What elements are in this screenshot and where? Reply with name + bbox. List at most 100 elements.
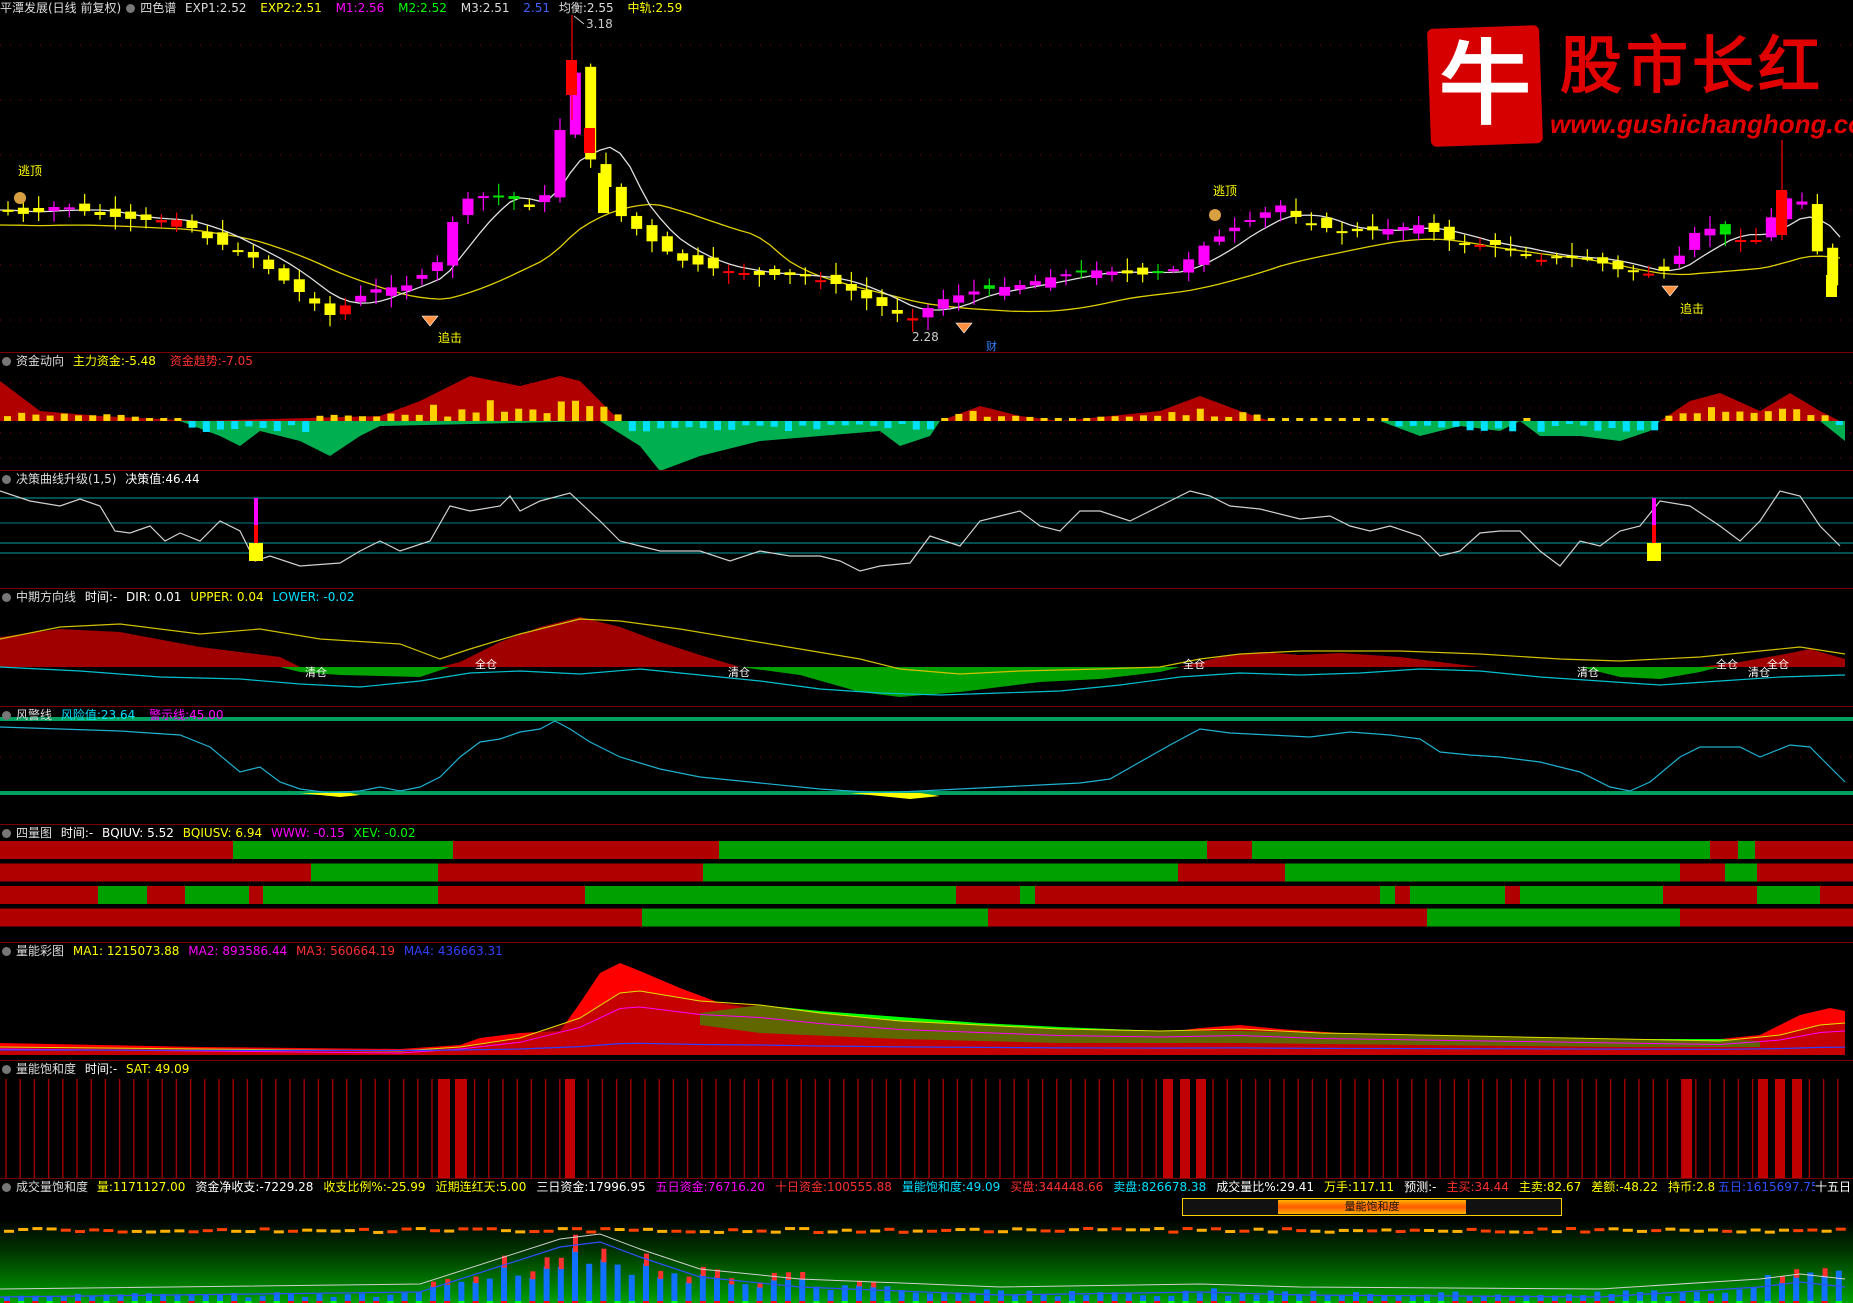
fund-bar: [1168, 412, 1176, 421]
four-bqiusv: BQIUSV: 6.94: [182, 826, 263, 840]
extra-value: 2.51: [523, 1, 551, 15]
four-volume-segment: [0, 841, 233, 859]
fund-bar: [302, 421, 310, 432]
saturation-block: [565, 1079, 575, 1179]
collapse-icon[interactable]: [2, 593, 11, 602]
fund-bar: [60, 413, 68, 421]
fund-bar: [1282, 418, 1289, 421]
collapse-icon[interactable]: [2, 829, 11, 838]
volume-bar-top: [871, 1282, 877, 1288]
candle-body: [539, 195, 551, 203]
candle-body: [109, 208, 121, 217]
collapse-icon[interactable]: [2, 475, 11, 484]
decision-chart[interactable]: [0, 471, 1853, 589]
four-volume-chart[interactable]: [0, 825, 1853, 943]
candle-body: [1673, 255, 1685, 265]
m1-label: M1:: [335, 1, 358, 15]
saturation-block: [1792, 1079, 1802, 1179]
saturation-cap: [1651, 1229, 1662, 1233]
volume-color-chart[interactable]: [0, 943, 1853, 1061]
low-price-label: 2.28: [912, 330, 939, 344]
bottom-stat-label: 三日资金:: [536, 1180, 589, 1194]
saturation-chart[interactable]: [0, 1061, 1853, 1179]
saturation-cap: [1438, 1229, 1449, 1233]
bottom-stat-value: 1171127.00: [112, 1180, 186, 1194]
four-volume-segment: [1820, 886, 1853, 904]
candle-body: [983, 285, 995, 289]
midterm-chart[interactable]: 清仓全仓清仓全仓清仓全仓清仓全仓: [0, 589, 1853, 707]
midterm-lower: LOWER: -0.02: [272, 590, 355, 604]
volume-color-panel[interactable]: 量能彩图 MA1: 1215073.88 MA2: 893586.44 MA3:…: [0, 942, 1853, 1061]
fund-bar: [657, 421, 665, 429]
saturation-cap: [359, 1227, 369, 1231]
fund-bar: [103, 414, 111, 421]
saturation-cap: [1722, 1229, 1733, 1233]
fund-bar: [4, 416, 11, 421]
saturation-cap: [1140, 1228, 1150, 1232]
collapse-icon[interactable]: [2, 1183, 11, 1192]
fund-bar: [1097, 416, 1105, 421]
fund-bar: [245, 421, 253, 427]
saturation-cap: [188, 1230, 199, 1234]
candle-body: [431, 262, 443, 272]
fund-bar: [486, 400, 494, 421]
collapse-icon[interactable]: [2, 711, 11, 720]
four-volume-segment: [438, 886, 585, 904]
stock-name: 平潭发展(日线 前复权): [0, 1, 122, 15]
saturation-block: [1196, 1079, 1206, 1179]
candle-body: [968, 291, 980, 295]
saturation-cap: [1466, 1227, 1477, 1231]
indicator-toggle-icon[interactable]: [126, 4, 136, 13]
volume-bar: [657, 1277, 664, 1303]
saturation-cap: [472, 1227, 483, 1231]
risk-chart[interactable]: [0, 707, 1853, 825]
bottom-stat-label: 五日资金:: [655, 1180, 708, 1194]
saturation-cap: [89, 1228, 100, 1232]
fund-bar: [373, 416, 381, 421]
midterm-signal: 清仓: [305, 665, 327, 679]
bottom-stat-label: 量能饱和度:: [901, 1180, 966, 1194]
bottom-stat-label: 差额:: [1591, 1180, 1620, 1194]
volume-bar-top: [473, 1276, 479, 1284]
bottom-stat-value: 34.44: [1474, 1180, 1509, 1194]
volume-saturation-chart[interactable]: [0, 1179, 1853, 1303]
four-volume-panel[interactable]: 四量图 时间:- BQIUV: 5.52 BQIUSV: 6.94 WWW: -…: [0, 824, 1853, 943]
decision-title: 决策曲线升级(1,5): [16, 472, 117, 486]
collapse-icon[interactable]: [2, 357, 11, 366]
fund-bar: [1622, 421, 1630, 432]
candle-body: [1689, 233, 1701, 250]
volume-bar-top: [530, 1271, 536, 1280]
candle-body: [769, 269, 781, 275]
bottom-stat-value: 100555.88: [827, 1180, 892, 1194]
fund-bar: [1566, 421, 1573, 425]
midterm-panel[interactable]: 中期方向线 时间:- DIR: 0.01 UPPER: 0.04 LOWER: …: [0, 588, 1853, 707]
saturation-cap: [955, 1228, 966, 1232]
decision-panel[interactable]: 决策曲线升级(1,5) 决策值:46.44: [0, 470, 1853, 589]
m2-value: 2.52: [420, 1, 447, 15]
saturation-cap: [685, 1230, 696, 1234]
saturation-panel[interactable]: 量能饱和度 时间:- SAT: 49.09: [0, 1060, 1853, 1179]
fund-flow-panel[interactable]: 资金动向 主力资金:-5.48 资金趋势:-7.05: [0, 352, 1853, 471]
fund-bar: [89, 415, 97, 421]
candle-body: [661, 236, 673, 252]
saturation-cap: [1736, 1230, 1747, 1234]
decision-value: 46.44: [165, 472, 200, 486]
candle-body: [1137, 267, 1149, 275]
four-volume-segment: [956, 886, 1020, 904]
saturation-cap: [103, 1229, 114, 1233]
collapse-icon[interactable]: [2, 1065, 11, 1074]
bottom-stat-label: 成交量比%:: [1216, 1180, 1280, 1194]
ma-short-line: [0, 146, 1841, 311]
saturation-cap: [387, 1230, 398, 1234]
risk-panel[interactable]: 风警线 风险值:23.64 警示线:45.00: [0, 706, 1853, 825]
volume-bar: [884, 1286, 891, 1303]
collapse-icon[interactable]: [2, 947, 11, 956]
fund-bar: [458, 409, 466, 421]
volume-saturation-panel[interactable]: 成交量饱和度 量:1171127.00 资金净收支:-7229.28 收支比例%:-…: [0, 1178, 1853, 1303]
candle-body: [401, 285, 413, 291]
volume-bar: [983, 1289, 990, 1303]
fund-bar: [444, 416, 452, 421]
candle-body: [1045, 277, 1057, 288]
fund-flow-chart[interactable]: [0, 353, 1853, 471]
candle-body: [79, 203, 91, 212]
